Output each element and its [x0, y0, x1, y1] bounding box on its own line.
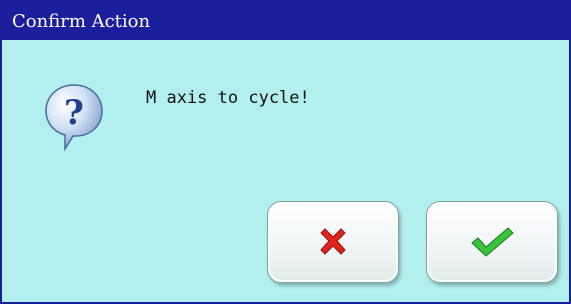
question-icon: ? — [43, 82, 105, 152]
dialog-titlebar: Confirm Action — [2, 0, 569, 40]
confirm-button[interactable] — [426, 201, 558, 283]
svg-text:?: ? — [64, 93, 84, 133]
cancel-button[interactable] — [267, 201, 399, 283]
confirm-dialog: Confirm Action ? M axis to cycle! — [0, 0, 571, 304]
dialog-title: Confirm Action — [12, 11, 151, 32]
dialog-message: M axis to cycle! — [146, 88, 310, 108]
checkmark-icon — [469, 225, 515, 259]
cross-icon — [316, 225, 350, 259]
